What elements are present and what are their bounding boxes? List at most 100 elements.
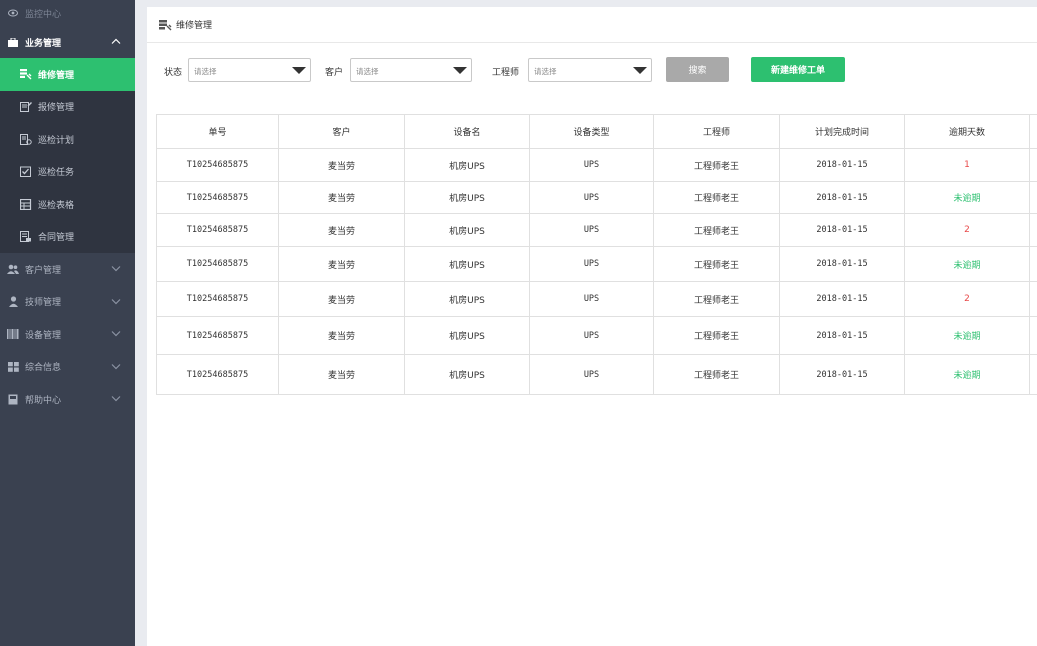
table-row[interactable]: T10254685875 麦当劳 机房UPS UPS 工程师老王 2018-01-15 未逾… [156,316,1037,355]
cell-id: T10254685875 [156,148,279,182]
column-header-overflow [1029,114,1037,149]
sidebar-subitem[interactable]: 巡检任务 [0,156,135,189]
cell-overdue: 未逾期 [904,316,1030,355]
cell-date: 2018-01-15 [779,148,905,182]
cell-type: UPS [529,354,654,395]
filter-bar: 状态 请选择 客户 请选择 工程师 请选择 搜索 新建维修工单 [147,57,1037,83]
sidebar-subitem-label: 巡检任务 [38,168,75,179]
cell-engineer: 工程师老王 [653,316,780,355]
cell-type: UPS [529,281,654,317]
sidebar-subitem[interactable]: 报修管理 [0,91,135,124]
main-panel: 维修管理 状态 请选择 客户 请选择 工程师 请选择 搜索 新建维修工单 单号客… [147,7,1037,646]
table-row[interactable]: T10254685875 麦当劳 机房UPS UPS 工程师老王 2018-01-15 2 [156,213,1037,247]
sidebar-group-label: 综合信息 [25,363,62,374]
cell-engineer: 工程师老王 [653,213,780,247]
engineer-select[interactable]: 请选择 [528,58,652,82]
sidebar-subitem[interactable]: 巡检计划 [0,123,135,156]
sidebar-subitem[interactable]: 巡检表格 [0,188,135,221]
cell-engineer: 工程师老王 [653,281,780,317]
status-placeholder: 请选择 [194,67,217,76]
cell-overdue: 1 [904,148,1030,182]
sidebar-subitem-label: 合同管理 [38,233,75,244]
cell-type: UPS [529,316,654,355]
cell-date: 2018-01-15 [779,246,905,282]
sidebar-group[interactable]: 客户管理 [0,253,135,286]
task-icon [20,166,32,178]
search-button[interactable]: 搜索 [666,57,729,82]
book-icon [7,393,19,405]
cell-customer: 麦当劳 [278,213,405,247]
contract-icon [20,231,32,243]
caret-down-icon [633,67,647,74]
sidebar-subitem-label: 巡检计划 [38,135,75,146]
table-row[interactable]: T10254685875 麦当劳 机房UPS UPS 工程师老王 2018-01-15 2 [156,281,1037,317]
cell-overflow [1029,181,1037,214]
cell-id: T10254685875 [156,181,279,214]
cell-customer: 麦当劳 [278,246,405,282]
cell-device: 机房UPS [404,316,530,355]
repair-icon [20,68,32,80]
barcode-icon [7,328,19,340]
cell-customer: 麦当劳 [278,354,405,395]
new-repair-order-button[interactable]: 新建维修工单 [751,57,845,82]
cell-customer: 麦当劳 [278,316,405,355]
table-row[interactable]: T10254685875 麦当劳 机房UPS UPS 工程师老王 2018-01-15 1 [156,148,1037,182]
table-row[interactable]: T10254685875 麦当劳 机房UPS UPS 工程师老王 2018-01-15 未逾… [156,246,1037,282]
cell-customer: 麦当劳 [278,148,405,182]
sidebar-group[interactable]: 帮助中心 [0,383,135,416]
cell-device: 机房UPS [404,181,530,214]
cell-device: 机房UPS [404,354,530,395]
column-header: 单号 [156,114,279,149]
sidebar-subitem-label: 巡检表格 [38,200,75,211]
cell-date: 2018-01-15 [779,354,905,395]
status-select[interactable]: 请选择 [188,58,311,82]
column-header: 设备名 [404,114,530,149]
cell-engineer: 工程师老王 [653,246,780,282]
chevron-down-icon [111,361,121,372]
cell-overflow [1029,281,1037,317]
cell-engineer: 工程师老王 [653,354,780,395]
table-body: T10254685875 麦当劳 机房UPS UPS 工程师老王 2018-01-15 1 T… [156,148,1037,395]
cell-customer: 麦当劳 [278,281,405,317]
cell-date: 2018-01-15 [779,213,905,247]
cell-overdue: 2 [904,213,1030,247]
sidebar: 监控中心 业务管理 维修管理报修管理巡检计划巡检任务巡检表格合同管理 客户管理技… [0,0,135,646]
plan-icon [20,133,32,145]
customer-select[interactable]: 请选择 [350,58,472,82]
cell-overflow [1029,354,1037,395]
cell-overflow [1029,148,1037,182]
sidebar-group-business[interactable]: 业务管理 [0,26,135,58]
grid-icon [7,361,19,373]
table-row[interactable]: T10254685875 麦当劳 机房UPS UPS 工程师老王 2018-01-15 未逾… [156,354,1037,395]
chevron-down-icon [111,329,121,340]
sidebar-subitem[interactable]: 合同管理 [0,221,135,254]
engineer-placeholder: 请选择 [534,67,557,76]
cell-overflow [1029,213,1037,247]
sidebar-subitem-label: 报修管理 [38,103,75,114]
sidebar-subitem-label: 维修管理 [38,70,75,81]
column-header: 设备类型 [529,114,654,149]
cell-overdue: 未逾期 [904,354,1030,395]
table-row[interactable]: T10254685875 麦当劳 机房UPS UPS 工程师老王 2018-01-15 未逾… [156,181,1037,214]
cell-overdue: 未逾期 [904,246,1030,282]
customer-placeholder: 请选择 [356,67,379,76]
cell-customer: 麦当劳 [278,181,405,214]
cell-device: 机房UPS [404,148,530,182]
edit-icon [20,101,32,113]
cell-type: UPS [529,148,654,182]
users-icon [7,263,19,275]
sidebar-subitem[interactable]: 维修管理 [0,58,135,91]
chevron-down-icon [111,296,121,307]
cell-id: T10254685875 [156,316,279,355]
sidebar-group[interactable]: 技师管理 [0,286,135,319]
cell-id: T10254685875 [156,213,279,247]
sidebar-item-monitor[interactable]: 监控中心 [0,0,135,26]
column-header: 逾期天数 [904,114,1030,149]
sidebar-group[interactable]: 设备管理 [0,318,135,351]
sidebar-group[interactable]: 综合信息 [0,351,135,384]
table-icon [20,198,32,210]
cell-id: T10254685875 [156,281,279,317]
status-label: 状态 [164,68,183,78]
briefcase-icon [7,36,19,48]
cell-id: T10254685875 [156,354,279,395]
